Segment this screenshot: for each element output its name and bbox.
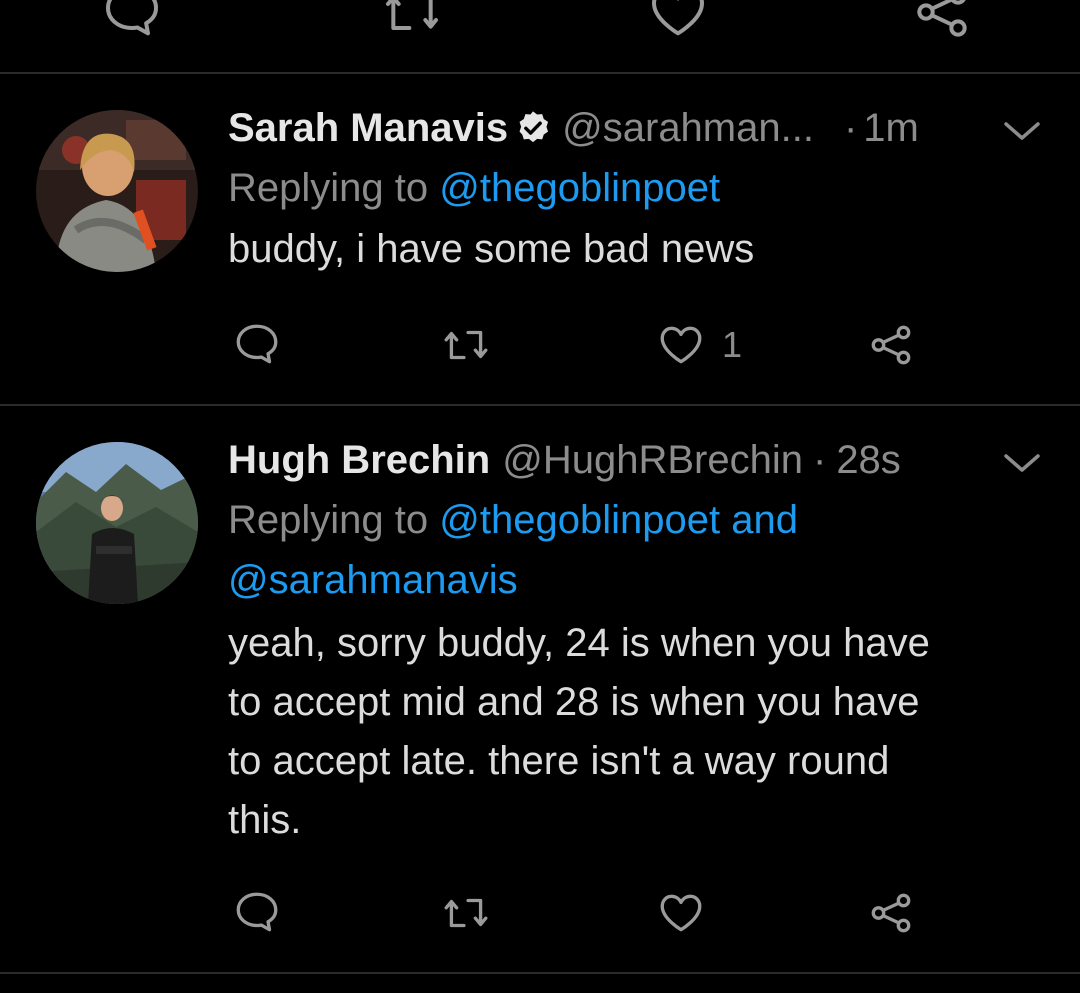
tweet-text: buddy, i have some bad news — [228, 227, 755, 271]
mention-link[interactable]: @thegoblinpoet — [439, 498, 720, 542]
share-button[interactable] — [866, 888, 916, 938]
tweet-actions — [0, 878, 1080, 958]
display-name[interactable]: Sarah Manavis — [228, 98, 508, 158]
replying-label: Replying to — [228, 498, 429, 542]
share-button[interactable] — [910, 0, 974, 44]
like-button[interactable] — [656, 888, 722, 938]
tweet-text-line: to accept mid and 28 is when you have — [228, 680, 920, 724]
mention-link[interactable]: @sarahmanavis — [228, 558, 518, 602]
tweet-text-line: to accept late. there isn't a way round — [228, 739, 890, 783]
share-button[interactable] — [866, 320, 916, 370]
reply-icon — [106, 0, 158, 36]
tweet-actions: 1 — [0, 310, 1080, 390]
tweet-text-line: this. — [228, 798, 302, 842]
like-button[interactable] — [646, 0, 710, 44]
retweet-button[interactable] — [440, 320, 492, 370]
retweet-button[interactable] — [380, 0, 444, 44]
tweet-time[interactable]: 1m — [863, 98, 919, 158]
chevron-down-icon[interactable] — [1002, 448, 1042, 478]
separator-dot: · — [843, 106, 858, 150]
mention-link[interactable]: @thegoblinpoet — [439, 166, 720, 210]
retweet-icon — [444, 330, 488, 360]
user-handle[interactable]: @HughRBrechin — [502, 430, 803, 490]
tweet-time[interactable]: 28s — [836, 430, 901, 490]
display-name[interactable]: Hugh Brechin — [228, 430, 490, 490]
share-icon — [871, 325, 911, 365]
retweet-button[interactable] — [440, 888, 492, 938]
like-icon — [660, 894, 702, 932]
retweet-icon — [386, 0, 438, 30]
reply-button[interactable] — [232, 888, 282, 938]
tweet-text: yeah, sorry buddy, 24 is when you have t… — [228, 614, 1028, 850]
reply-button[interactable] — [232, 320, 282, 370]
reply-icon — [236, 892, 278, 932]
like-icon — [660, 326, 702, 364]
share-icon — [871, 893, 911, 933]
reply-button[interactable] — [100, 0, 164, 44]
tweet-content: Hugh Brechin @HughRBrechin · 28s Replyin… — [228, 430, 1028, 850]
previous-tweet-actions — [0, 0, 1080, 40]
user-handle[interactable]: @sarahman... — [562, 98, 814, 158]
timeline: Sarah Manavis @sarahman... · 1m Replying… — [0, 0, 1080, 993]
chevron-down-icon[interactable] — [1002, 116, 1042, 146]
avatar[interactable] — [36, 110, 198, 272]
share-icon — [917, 0, 967, 37]
tweet-sarah-manavis[interactable]: Sarah Manavis @sarahman... · 1m Replying… — [0, 74, 1080, 404]
avatar[interactable] — [36, 442, 198, 604]
tweet-header: Hugh Brechin @HughRBrechin · 28s — [228, 430, 1028, 490]
retweet-icon — [444, 898, 488, 928]
like-button[interactable]: 1 — [656, 320, 742, 370]
separator-dot: · — [812, 438, 827, 482]
like-icon — [652, 0, 704, 36]
replying-line: Replying to @thegoblinpoet — [228, 158, 1028, 218]
tweet-header: Sarah Manavis @sarahman... · 1m — [228, 98, 1028, 158]
verified-icon — [519, 111, 549, 143]
reply-icon — [236, 324, 278, 364]
replying-label: Replying to — [228, 166, 429, 210]
replying-line: Replying to @thegoblinpoet and @sarahman… — [228, 490, 1028, 610]
like-count: 1 — [722, 324, 743, 365]
tweet-text-line: yeah, sorry buddy, 24 is when you have — [228, 621, 930, 665]
tweet-hugh-brechin[interactable]: Hugh Brechin @HughRBrechin · 28s Replyin… — [0, 406, 1080, 972]
tweet-content: Sarah Manavis @sarahman... · 1m Replying… — [228, 98, 1028, 279]
divider — [0, 972, 1080, 974]
mention-and[interactable]: and — [731, 498, 798, 542]
